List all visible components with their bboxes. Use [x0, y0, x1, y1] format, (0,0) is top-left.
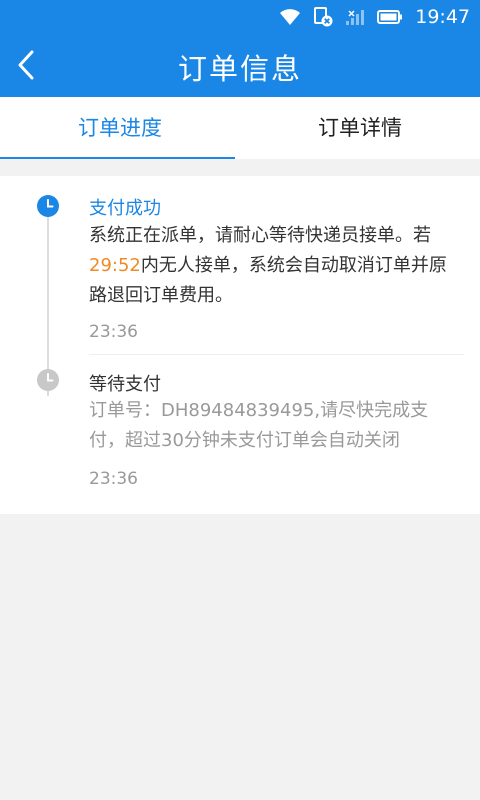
status-time: 19:47 — [415, 6, 470, 28]
divider — [89, 354, 464, 355]
tab-label: 订单详情 — [318, 116, 402, 140]
tab-label: 订单进度 — [78, 116, 162, 140]
body-text-suffix: 内无人接单，系统会自动取消订单并原路退回订单费用。 — [89, 255, 447, 306]
timeline-entry-body: 订单号：DH89484839495,请尽快完成支付，超过30分钟未支付订单会自动… — [89, 400, 429, 451]
countdown-timer: 29:52 — [89, 255, 141, 276]
body-text-prefix: 系统正在派单，请耐心等待快递员接单。若 — [89, 225, 431, 246]
tab-bar: 订单进度 订单详情 — [0, 97, 480, 159]
clock-icon — [37, 369, 59, 391]
timeline-entry-time: 23:36 — [89, 322, 138, 342]
timeline-entry-body: 系统正在派单，请耐心等待快递员接单。若 29:52内无人接单，系统会自动取消订单并… — [89, 221, 459, 311]
battery-icon — [377, 10, 403, 24]
tab-indicator — [0, 157, 235, 159]
page-title: 订单信息 — [177, 52, 302, 86]
timeline-entry-title: 等待支付 — [89, 374, 161, 395]
timeline-panel: 支付成功 系统正在派单，请耐心等待快递员接单。若 29:52内无人接单，系统会自动… — [0, 176, 480, 514]
signal-icon — [346, 10, 365, 25]
title-bar: 订单信息 — [0, 34, 480, 97]
wifi-icon — [280, 9, 301, 25]
tab-order-progress[interactable]: 订单进度 — [0, 97, 240, 159]
status-bar: 19:47 — [0, 0, 480, 34]
timeline-entry-time: 23:36 — [89, 469, 138, 489]
timeline-entry-title: 支付成功 — [89, 198, 161, 219]
clock-icon — [37, 195, 59, 217]
tab-order-details[interactable]: 订单详情 — [240, 97, 480, 159]
status-icons: 19:47 — [279, 6, 470, 28]
app-header: 19:47 订单信息 — [0, 0, 480, 97]
sim-disabled-icon — [314, 7, 333, 27]
timeline-line — [47, 206, 49, 396]
